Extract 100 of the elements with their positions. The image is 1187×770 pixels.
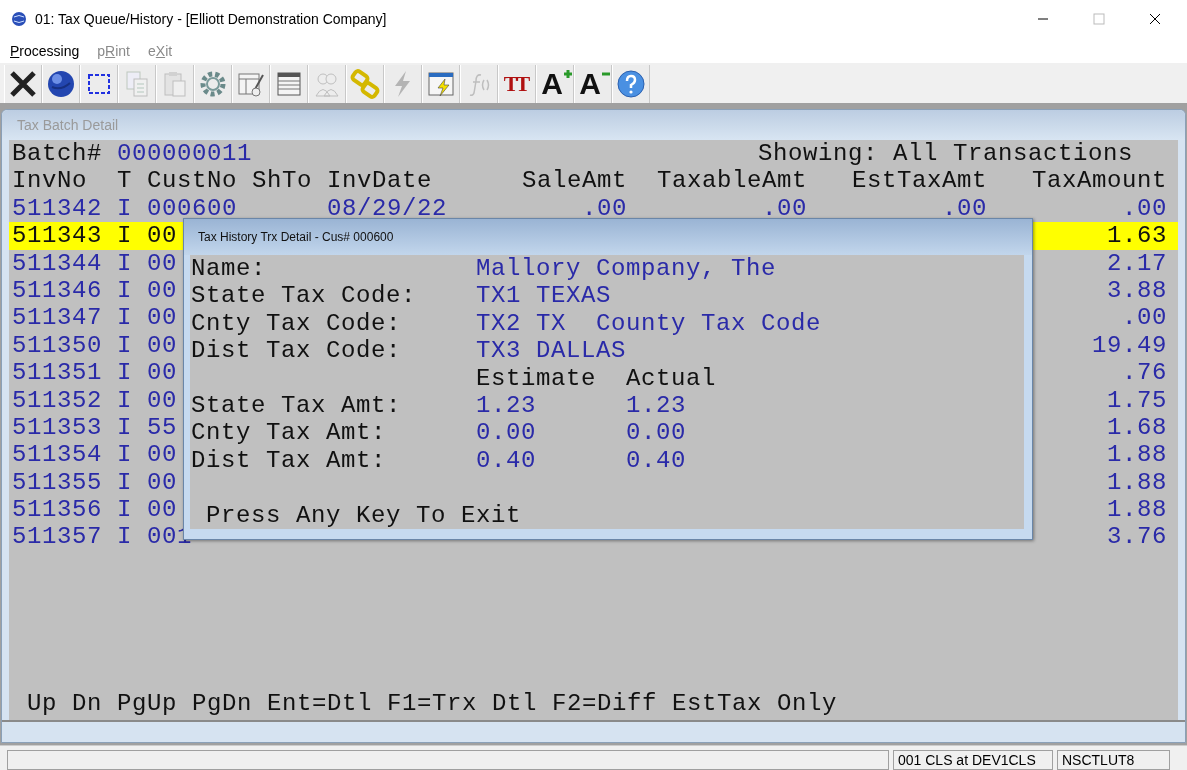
type-code: I [117,276,132,305]
menu-item[interactable]: Processing [10,42,80,59]
actual-amount: 1.23 [626,391,687,420]
type-code: I [117,413,132,442]
toolbar-select-button[interactable] [80,65,118,103]
invoice-number: 511355 [12,468,102,497]
actual-amount: 0.00 [626,419,687,447]
toolbar-globe-button[interactable] [42,65,80,103]
invoice-number: 511356 [12,496,102,524]
settings-icon [198,69,228,99]
type-code: I [117,249,132,277]
customer-number: 00 [147,441,177,469]
toolbar-run-button[interactable] [422,65,460,103]
column-header: T [117,167,132,195]
field-value: TX1 TEXAS [476,282,613,310]
toolbar-form-button[interactable] [232,65,270,103]
invoice-number: 511353 [12,413,102,442]
invoice-number: 511357 [12,523,102,551]
field-value: Mallory Company, The [476,255,778,283]
toolbar-close-button[interactable] [4,65,42,103]
column-header: EstTaxAmt [851,167,987,195]
column-header: SaleAmt [521,167,627,195]
field-label: Name: [191,255,267,283]
customer-number: 00 [147,276,177,305]
toolbar-shrink-button[interactable]: A [574,65,612,103]
estimate-amount: 1.23 [476,391,537,420]
field-label: Dist Tax Amt: [191,446,388,475]
estimate-amount: 0.40 [476,446,537,475]
type-code: I [117,468,132,497]
field-label: Cnty Tax Code: [191,309,403,338]
type-code: I [117,523,132,551]
key-help-line: Up Dn PgUp PgDn Ent=Dtl F1=Trx Dtl F2=Diff EstTax Only [26,689,839,717]
customer-number: 00 [147,386,177,414]
filter-status: Showing: All Transactions [757,140,1133,168]
invoice-number: 511350 [12,331,102,360]
field-label: State Tax Code: [191,282,418,310]
customer-number: 00 [147,222,177,250]
field-label: Cnty Tax Amt: [191,419,388,447]
tax-amount: 1.63 [1107,222,1167,250]
estimate-amount: 0.00 [476,419,537,447]
toolbar-text-button[interactable]: TT [498,65,536,103]
customer-number: 55 [147,413,177,442]
invoice-number: 511343 [12,222,102,250]
column-header: TaxAmount [1031,167,1167,195]
type-code: I [117,194,132,223]
column-header: InvNo [12,167,87,195]
batch-label: Batch# [12,140,102,168]
field-value: TX3 DALLAS [476,337,628,365]
type-code: I [117,496,132,524]
invoice-number: 511342 [12,194,102,223]
invoice-number: 511351 [12,359,102,387]
field-label: Dist Tax Code: [191,337,403,365]
taxable-amount: .00 [762,194,807,223]
amount-header: Actual [626,364,717,392]
customer-number: 00 [147,496,177,524]
column-header: TaxableAmt [656,167,807,195]
close-icon[interactable] [1149,13,1161,25]
toolbar-table-button[interactable] [270,65,308,103]
type-code: I [117,222,132,250]
field-value: TX2 TX County Tax Code [476,309,823,338]
amount-header: Estimate [476,364,598,392]
table-icon [274,69,304,99]
customer-number: 00 [147,304,177,332]
customer-number: 00 [147,468,177,497]
type-code: I [117,359,132,387]
toolbar-gear-button[interactable] [194,65,232,103]
globe-icon [46,69,76,99]
type-code: I [117,304,132,332]
plus-icon [562,69,573,79]
invoice-number: 511344 [12,249,102,277]
invoice-number: 511347 [12,304,102,332]
toolbar-help-button[interactable] [612,65,650,103]
dialog-title: Tax History Trx Detail - Cus# 000600 [198,230,394,244]
type-code: I [117,441,132,469]
actual-amount: 0.40 [626,446,687,475]
status-panel: 001 CLS at DEV1CLS [893,750,1053,770]
help-icon [616,69,646,99]
column-header: InvDate [327,167,433,195]
field-label: State Tax Amt: [191,391,403,420]
close-icon [8,69,38,99]
tax-amount: 3.76 [1107,523,1167,551]
column-header: ShTo [252,167,312,195]
est-tax-amount: .00 [942,194,987,223]
customer-number: 00 [147,249,177,277]
tax-amount: .00 [1122,194,1167,223]
invoice-number: 511346 [12,276,102,305]
table-row[interactable]: 511342 I 000600 08/29/22 .00 .00 .00 .00 [12,194,1178,223]
globe-icon [11,11,27,27]
type-code: I [117,386,132,414]
customer-number: 00 [147,359,177,387]
tax-amount: 1.88 [1107,468,1167,497]
child-window-title: Tax Batch Detail [17,117,119,133]
invoice-date: 08/29/22 [327,194,448,223]
toolbar-grow-button[interactable]: A [536,65,574,103]
type-code: I [117,331,132,360]
window-title: 01: Tax Queue/History - [Elliott Demonstration Company] [35,11,387,27]
window-lightning-icon [426,69,456,99]
exit-prompt: Press Any Key To Exit [205,501,523,529]
customer-number: 000600 [147,194,237,223]
column-header: CustNo [147,167,237,195]
